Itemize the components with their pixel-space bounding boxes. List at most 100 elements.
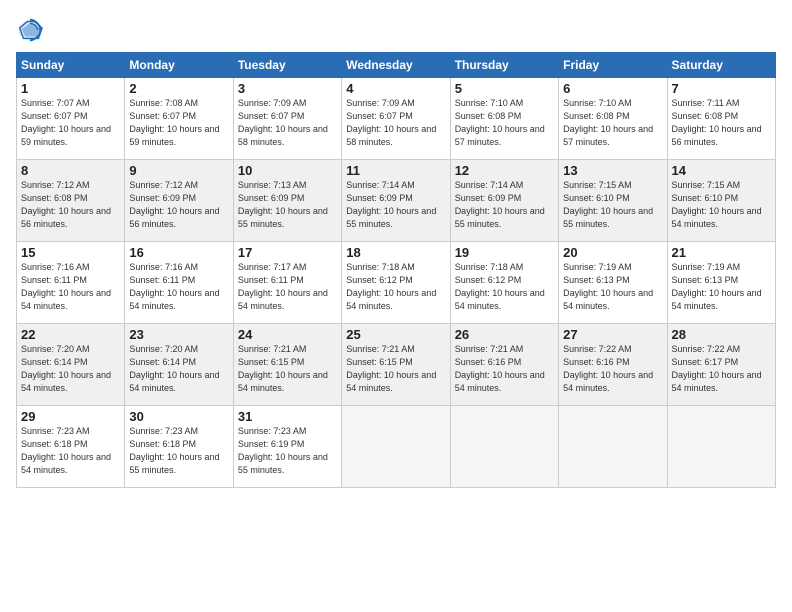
day-number: 30 [129, 409, 228, 424]
day-info: Sunrise: 7:19 AMSunset: 6:13 PMDaylight:… [672, 262, 762, 311]
day-cell: 6 Sunrise: 7:10 AMSunset: 6:08 PMDayligh… [559, 78, 667, 160]
day-cell: 29 Sunrise: 7:23 AMSunset: 6:18 PMDaylig… [17, 406, 125, 488]
col-header-thursday: Thursday [450, 53, 558, 78]
day-cell: 11 Sunrise: 7:14 AMSunset: 6:09 PMDaylig… [342, 160, 450, 242]
day-cell: 12 Sunrise: 7:14 AMSunset: 6:09 PMDaylig… [450, 160, 558, 242]
day-info: Sunrise: 7:18 AMSunset: 6:12 PMDaylight:… [455, 262, 545, 311]
day-cell: 14 Sunrise: 7:15 AMSunset: 6:10 PMDaylig… [667, 160, 775, 242]
day-number: 29 [21, 409, 120, 424]
day-info: Sunrise: 7:07 AMSunset: 6:07 PMDaylight:… [21, 98, 111, 147]
day-number: 8 [21, 163, 120, 178]
day-number: 18 [346, 245, 445, 260]
day-number: 19 [455, 245, 554, 260]
day-info: Sunrise: 7:23 AMSunset: 6:19 PMDaylight:… [238, 426, 328, 475]
week-row-3: 15 Sunrise: 7:16 AMSunset: 6:11 PMDaylig… [17, 242, 776, 324]
header [16, 16, 776, 44]
day-cell: 5 Sunrise: 7:10 AMSunset: 6:08 PMDayligh… [450, 78, 558, 160]
day-info: Sunrise: 7:21 AMSunset: 6:15 PMDaylight:… [346, 344, 436, 393]
day-cell: 22 Sunrise: 7:20 AMSunset: 6:14 PMDaylig… [17, 324, 125, 406]
calendar-page: SundayMondayTuesdayWednesdayThursdayFrid… [0, 0, 792, 612]
day-number: 20 [563, 245, 662, 260]
week-row-2: 8 Sunrise: 7:12 AMSunset: 6:08 PMDayligh… [17, 160, 776, 242]
day-cell: 8 Sunrise: 7:12 AMSunset: 6:08 PMDayligh… [17, 160, 125, 242]
day-number: 9 [129, 163, 228, 178]
day-cell: 21 Sunrise: 7:19 AMSunset: 6:13 PMDaylig… [667, 242, 775, 324]
day-cell: 24 Sunrise: 7:21 AMSunset: 6:15 PMDaylig… [233, 324, 341, 406]
logo-icon [16, 16, 44, 44]
day-cell: 25 Sunrise: 7:21 AMSunset: 6:15 PMDaylig… [342, 324, 450, 406]
col-header-saturday: Saturday [667, 53, 775, 78]
day-cell: 1 Sunrise: 7:07 AMSunset: 6:07 PMDayligh… [17, 78, 125, 160]
day-info: Sunrise: 7:17 AMSunset: 6:11 PMDaylight:… [238, 262, 328, 311]
day-info: Sunrise: 7:23 AMSunset: 6:18 PMDaylight:… [129, 426, 219, 475]
day-cell: 10 Sunrise: 7:13 AMSunset: 6:09 PMDaylig… [233, 160, 341, 242]
day-cell [667, 406, 775, 488]
day-number: 23 [129, 327, 228, 342]
day-info: Sunrise: 7:12 AMSunset: 6:09 PMDaylight:… [129, 180, 219, 229]
day-info: Sunrise: 7:18 AMSunset: 6:12 PMDaylight:… [346, 262, 436, 311]
day-info: Sunrise: 7:10 AMSunset: 6:08 PMDaylight:… [455, 98, 545, 147]
day-cell: 31 Sunrise: 7:23 AMSunset: 6:19 PMDaylig… [233, 406, 341, 488]
week-row-1: 1 Sunrise: 7:07 AMSunset: 6:07 PMDayligh… [17, 78, 776, 160]
day-number: 4 [346, 81, 445, 96]
day-number: 26 [455, 327, 554, 342]
day-info: Sunrise: 7:23 AMSunset: 6:18 PMDaylight:… [21, 426, 111, 475]
day-cell: 3 Sunrise: 7:09 AMSunset: 6:07 PMDayligh… [233, 78, 341, 160]
day-number: 28 [672, 327, 771, 342]
week-row-5: 29 Sunrise: 7:23 AMSunset: 6:18 PMDaylig… [17, 406, 776, 488]
day-number: 11 [346, 163, 445, 178]
day-info: Sunrise: 7:09 AMSunset: 6:07 PMDaylight:… [238, 98, 328, 147]
week-row-4: 22 Sunrise: 7:20 AMSunset: 6:14 PMDaylig… [17, 324, 776, 406]
day-info: Sunrise: 7:14 AMSunset: 6:09 PMDaylight:… [346, 180, 436, 229]
day-info: Sunrise: 7:09 AMSunset: 6:07 PMDaylight:… [346, 98, 436, 147]
day-number: 6 [563, 81, 662, 96]
header-row: SundayMondayTuesdayWednesdayThursdayFrid… [17, 53, 776, 78]
day-cell: 28 Sunrise: 7:22 AMSunset: 6:17 PMDaylig… [667, 324, 775, 406]
day-cell [450, 406, 558, 488]
day-number: 3 [238, 81, 337, 96]
logo [16, 16, 46, 44]
day-info: Sunrise: 7:11 AMSunset: 6:08 PMDaylight:… [672, 98, 762, 147]
day-number: 16 [129, 245, 228, 260]
day-cell: 30 Sunrise: 7:23 AMSunset: 6:18 PMDaylig… [125, 406, 233, 488]
day-info: Sunrise: 7:22 AMSunset: 6:16 PMDaylight:… [563, 344, 653, 393]
col-header-tuesday: Tuesday [233, 53, 341, 78]
day-number: 24 [238, 327, 337, 342]
day-info: Sunrise: 7:21 AMSunset: 6:15 PMDaylight:… [238, 344, 328, 393]
day-cell [559, 406, 667, 488]
day-cell: 17 Sunrise: 7:17 AMSunset: 6:11 PMDaylig… [233, 242, 341, 324]
day-number: 13 [563, 163, 662, 178]
day-info: Sunrise: 7:13 AMSunset: 6:09 PMDaylight:… [238, 180, 328, 229]
day-cell: 4 Sunrise: 7:09 AMSunset: 6:07 PMDayligh… [342, 78, 450, 160]
day-number: 27 [563, 327, 662, 342]
day-info: Sunrise: 7:22 AMSunset: 6:17 PMDaylight:… [672, 344, 762, 393]
day-info: Sunrise: 7:12 AMSunset: 6:08 PMDaylight:… [21, 180, 111, 229]
col-header-friday: Friday [559, 53, 667, 78]
day-number: 15 [21, 245, 120, 260]
day-number: 17 [238, 245, 337, 260]
day-info: Sunrise: 7:08 AMSunset: 6:07 PMDaylight:… [129, 98, 219, 147]
day-cell: 20 Sunrise: 7:19 AMSunset: 6:13 PMDaylig… [559, 242, 667, 324]
day-info: Sunrise: 7:14 AMSunset: 6:09 PMDaylight:… [455, 180, 545, 229]
day-info: Sunrise: 7:16 AMSunset: 6:11 PMDaylight:… [129, 262, 219, 311]
day-number: 31 [238, 409, 337, 424]
day-info: Sunrise: 7:16 AMSunset: 6:11 PMDaylight:… [21, 262, 111, 311]
day-info: Sunrise: 7:20 AMSunset: 6:14 PMDaylight:… [21, 344, 111, 393]
calendar-table: SundayMondayTuesdayWednesdayThursdayFrid… [16, 52, 776, 488]
day-cell: 23 Sunrise: 7:20 AMSunset: 6:14 PMDaylig… [125, 324, 233, 406]
day-info: Sunrise: 7:15 AMSunset: 6:10 PMDaylight:… [563, 180, 653, 229]
col-header-monday: Monday [125, 53, 233, 78]
day-number: 5 [455, 81, 554, 96]
col-header-sunday: Sunday [17, 53, 125, 78]
day-number: 2 [129, 81, 228, 96]
day-number: 10 [238, 163, 337, 178]
day-info: Sunrise: 7:10 AMSunset: 6:08 PMDaylight:… [563, 98, 653, 147]
day-info: Sunrise: 7:15 AMSunset: 6:10 PMDaylight:… [672, 180, 762, 229]
day-cell: 27 Sunrise: 7:22 AMSunset: 6:16 PMDaylig… [559, 324, 667, 406]
day-number: 12 [455, 163, 554, 178]
day-cell: 18 Sunrise: 7:18 AMSunset: 6:12 PMDaylig… [342, 242, 450, 324]
day-info: Sunrise: 7:21 AMSunset: 6:16 PMDaylight:… [455, 344, 545, 393]
day-cell: 16 Sunrise: 7:16 AMSunset: 6:11 PMDaylig… [125, 242, 233, 324]
day-cell: 15 Sunrise: 7:16 AMSunset: 6:11 PMDaylig… [17, 242, 125, 324]
day-cell [342, 406, 450, 488]
